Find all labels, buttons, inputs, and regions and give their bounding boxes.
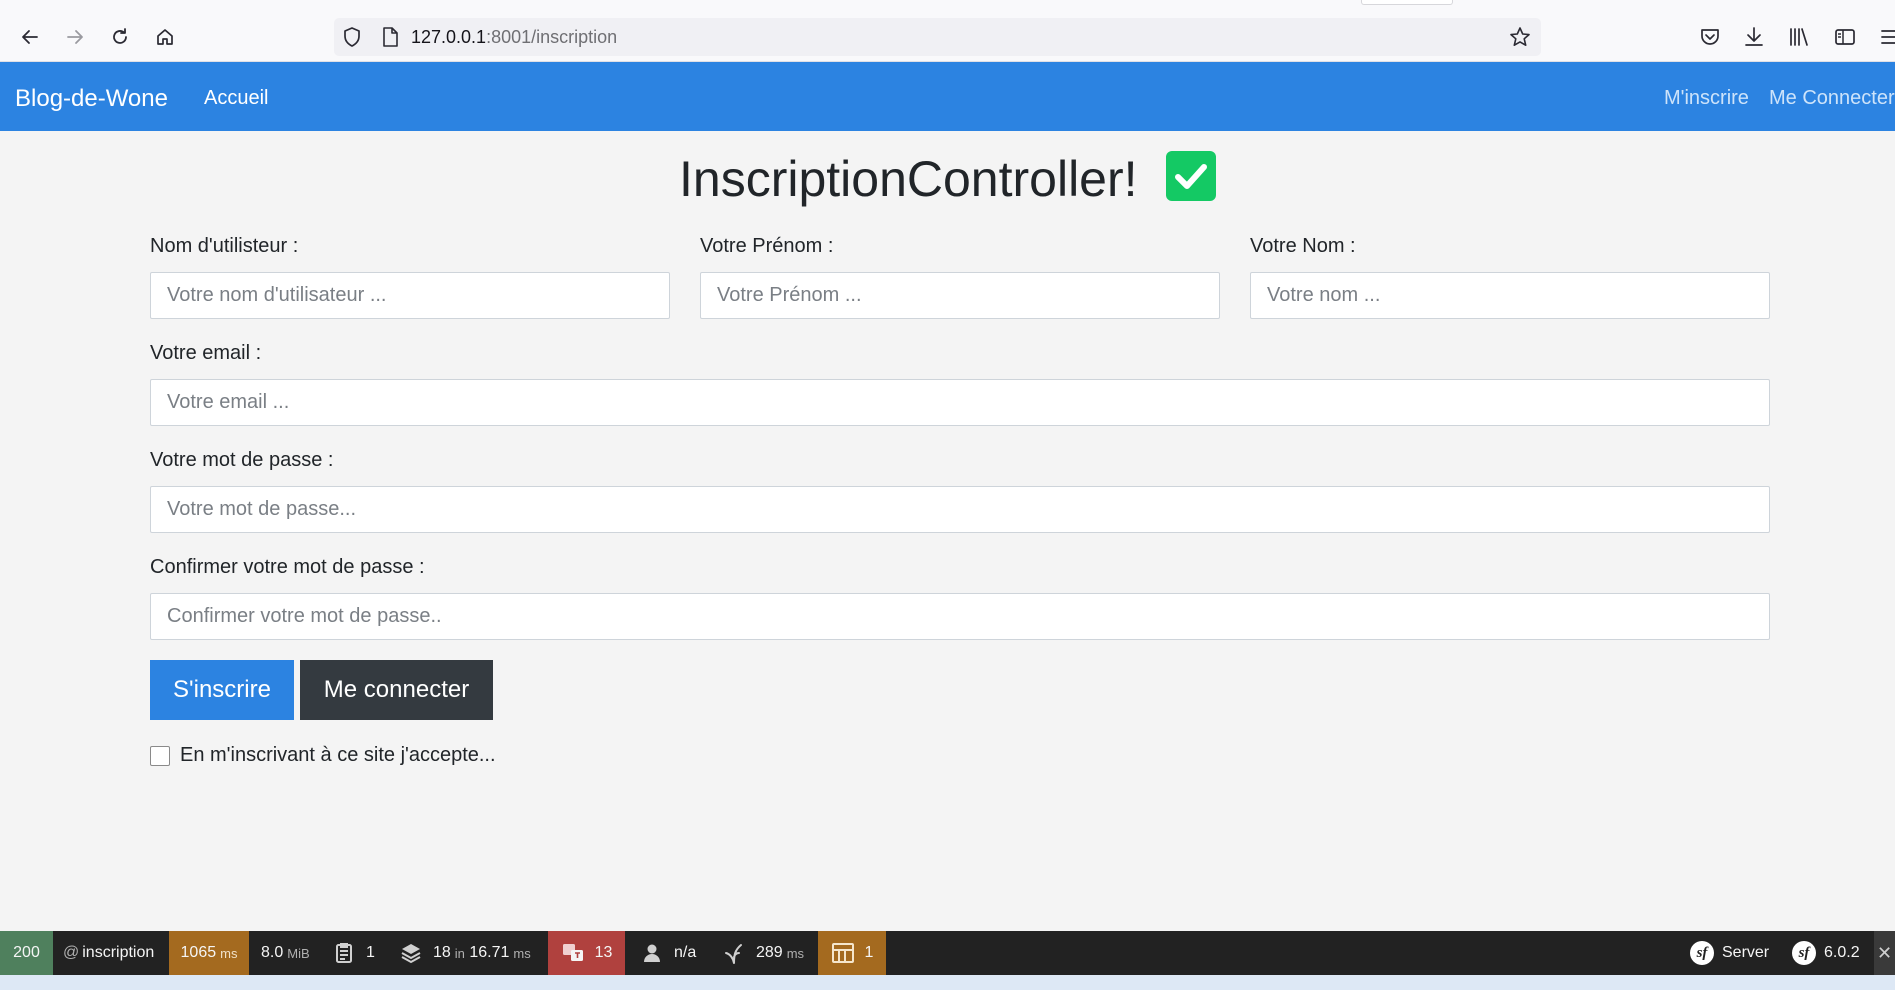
time-unit: ms: [220, 945, 238, 961]
forms-count: 1: [864, 944, 874, 961]
check-icon: [1165, 151, 1216, 201]
taskbar-strip: [0, 975, 1895, 990]
browser-toolbar: 127.0.0.1:8001/inscription: [0, 0, 1895, 62]
forms-indicator[interactable]: 1: [818, 931, 886, 975]
twig-indicator[interactable]: 289 ms: [722, 931, 804, 975]
forms-icon: [831, 943, 854, 963]
firstname-input[interactable]: [700, 272, 1220, 319]
version-indicator[interactable]: sf 6.0.2: [1792, 931, 1860, 975]
memory-unit: MiB: [287, 945, 310, 961]
version-value: 6.0.2: [1824, 944, 1860, 961]
twig-icon: [725, 944, 742, 964]
sidebar-icon[interactable]: [1833, 25, 1857, 49]
layers-icon: [401, 944, 421, 964]
toolbar-close-button[interactable]: ✕: [1874, 931, 1895, 975]
page-header: InscriptionController!: [0, 150, 1895, 208]
status-badge[interactable]: 200: [0, 931, 53, 975]
logs-icon: [336, 943, 352, 963]
tab-indicator: [1361, 0, 1453, 5]
back-button[interactable]: [15, 22, 45, 52]
password-input[interactable]: [150, 486, 1770, 533]
url-text[interactable]: 127.0.0.1:8001/inscription: [411, 27, 617, 48]
site-navbar: Blog-de-Wone Accueil M'inscrire Me Conne…: [0, 62, 1895, 131]
url-host: 127.0.0.1: [411, 27, 487, 47]
memory-indicator[interactable]: 8.0 MiB: [261, 931, 310, 975]
cache-indicator[interactable]: 18 in 16.71 ms: [399, 931, 531, 975]
library-icon[interactable]: [1787, 25, 1811, 49]
twig-time: 289: [756, 944, 783, 961]
username-label: Nom d'utilisteur :: [150, 235, 299, 257]
username-input[interactable]: [150, 272, 670, 319]
page-title: InscriptionController!: [679, 151, 1138, 207]
login-button[interactable]: Me connecter: [300, 660, 493, 720]
user-indicator[interactable]: n/a: [640, 931, 696, 975]
logs-indicator[interactable]: 1: [332, 931, 375, 975]
page-icon[interactable]: [380, 26, 400, 48]
translation-icon: [562, 944, 583, 961]
confirm-password-label: Confirmer votre mot de passe :: [150, 556, 425, 578]
password-label: Votre mot de passe :: [150, 449, 334, 471]
route-name: inscription: [82, 944, 155, 961]
star-icon[interactable]: [1509, 26, 1531, 48]
lastname-input[interactable]: [1250, 272, 1770, 319]
route-prefix: @: [63, 944, 80, 961]
menu-icon[interactable]: [1878, 25, 1895, 49]
email-label: Votre email :: [150, 342, 262, 364]
nav-login-link[interactable]: Me Connecter: [1769, 87, 1895, 110]
cache-in: in: [454, 945, 465, 961]
twig-unit: ms: [786, 945, 805, 961]
nav-home-link[interactable]: Accueil: [204, 87, 268, 110]
signup-button[interactable]: S'inscrire: [150, 660, 294, 720]
route-indicator[interactable]: @ inscription: [53, 931, 169, 975]
reload-icon: [113, 28, 127, 44]
terms-checkbox[interactable]: [150, 746, 170, 766]
user-icon: [644, 944, 660, 962]
server-indicator[interactable]: sf Server: [1690, 931, 1769, 975]
brand-link[interactable]: Blog-de-Wone: [15, 85, 168, 113]
download-icon[interactable]: [1742, 25, 1766, 49]
symfony-logo-icon: sf: [1792, 941, 1816, 965]
firstname-label: Votre Prénom :: [700, 235, 834, 257]
cache-unit: ms: [513, 945, 531, 961]
user-value: n/a: [674, 944, 697, 961]
logs-count: 1: [366, 944, 375, 961]
home-icon: [157, 29, 173, 45]
debug-toolbar: 200 @ inscription 1065 ms 8.0 MiB 1 18 in 16…: [0, 931, 1895, 975]
url-path: :8001/inscription: [486, 27, 618, 47]
forward-arrow-icon: [67, 30, 83, 44]
cache-time: 16.71: [469, 944, 510, 961]
symfony-logo-icon: sf: [1690, 941, 1714, 965]
time-indicator[interactable]: 1065 ms: [169, 931, 249, 975]
back-arrow-icon: [22, 30, 38, 44]
forward-button[interactable]: [60, 22, 90, 52]
shield-icon[interactable]: [341, 26, 363, 48]
time-value: 1065: [180, 944, 217, 961]
home-button[interactable]: [150, 22, 180, 52]
status-code: 200: [13, 944, 40, 961]
email-input[interactable]: [150, 379, 1770, 426]
confirm-password-input[interactable]: [150, 593, 1770, 640]
translation-count: 13: [594, 944, 613, 961]
close-icon: ✕: [1876, 942, 1893, 963]
translation-indicator[interactable]: 13: [548, 931, 625, 975]
server-label: Server: [1722, 944, 1770, 961]
cache-count: 18: [433, 944, 451, 961]
memory-value: 8.0: [261, 944, 284, 961]
pocket-icon[interactable]: [1698, 25, 1722, 49]
nav-signup-link[interactable]: M'inscrire: [1664, 87, 1749, 110]
lastname-label: Votre Nom :: [1250, 235, 1356, 257]
reload-button[interactable]: [105, 22, 135, 52]
terms-label[interactable]: En m'inscrivant à ce site j'accepte...: [180, 744, 496, 767]
